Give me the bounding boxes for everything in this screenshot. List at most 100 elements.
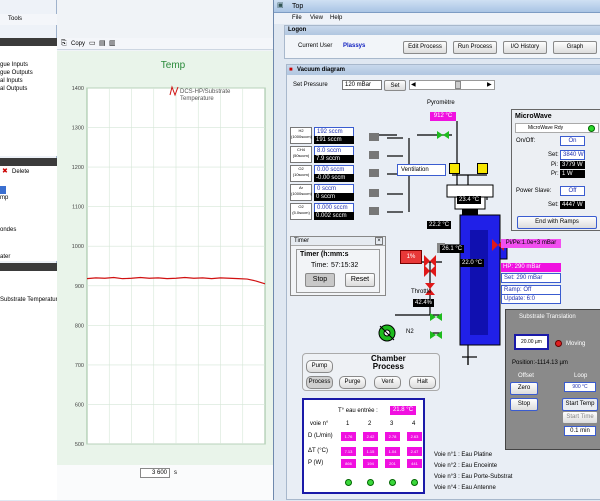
throttle-value: 42.4% (413, 299, 435, 307)
list-item[interactable]: mp (0, 195, 8, 201)
start-time-button[interactable]: Start Time (562, 411, 598, 424)
water-value: 2.47 (407, 447, 422, 456)
substrate-pos-box: 20.00 µm (514, 334, 549, 350)
top-title-bar: ▣ Top (274, 0, 600, 13)
halt-button[interactable]: Halt (409, 376, 436, 389)
gas-label-box: H2 (1000sccm) (290, 127, 312, 144)
gas-range: (1000sccm) (291, 191, 312, 196)
water-led (345, 479, 352, 486)
timer-stop-button[interactable]: Stop (305, 273, 335, 287)
water-value: 2.78 (385, 432, 400, 441)
gas-reading: 7.9 sccm (314, 155, 354, 163)
menu-file[interactable]: File (292, 15, 302, 21)
mw-pi-value: 3779 W (560, 161, 585, 169)
mid-panel: ✖ Delete mp ondes ater (0, 166, 57, 261)
menu-help[interactable]: Help (330, 15, 342, 21)
microwave-panel: MicroWave MicroWave Rdy On/Off: On Set: … (511, 109, 600, 231)
slave-set-value: 4447 W (560, 201, 585, 209)
left-menubar: Tools (0, 14, 57, 25)
mw-pi-label: Pi: (551, 162, 559, 168)
gas-reading: 0.002 sccm (314, 212, 354, 220)
mw-onoff-label: On/Off: (516, 138, 536, 144)
vent-button[interactable]: Vent (374, 376, 401, 389)
save-icon[interactable]: ▤ (99, 40, 106, 48)
list-item[interactable]: ater (0, 254, 10, 260)
mw-set-label: Set: (548, 152, 559, 158)
tree-item[interactable]: al Inputs (0, 78, 23, 84)
gas-reading: 0 sccm (314, 193, 354, 201)
y-tick-label: 1200 (72, 165, 84, 171)
list-item[interactable]: ondes (0, 227, 16, 233)
tools-menu[interactable]: Tools (8, 16, 22, 22)
water-value: 1.04 (385, 447, 400, 456)
chart-window: ⎘ Copy ▭ ▤ ▥ Temp 1400 1300 1200 1100 1000 900… (57, 0, 273, 500)
hp-set[interactable]: Set: 290 mBar (501, 273, 561, 283)
copy-button[interactable]: Copy (71, 41, 85, 47)
mw-onoff-value[interactable]: On (560, 136, 585, 146)
purge-button[interactable]: Purge (339, 376, 366, 389)
delete-icon[interactable]: ✖ (2, 168, 8, 176)
list-item[interactable]: Substrate Temperatur (0, 297, 58, 303)
y-tick-label: 500 (75, 442, 84, 448)
left-panel-header (0, 38, 57, 46)
tree-item[interactable]: gue Inputs (0, 62, 28, 68)
timer-time-value: 57:15:32 (331, 262, 359, 269)
print-icon[interactable]: ▥ (109, 40, 116, 48)
water-legend-item: Voie n°4 : Eau Antenne (434, 485, 496, 491)
process-button[interactable]: Process (306, 376, 333, 389)
moving-led (555, 340, 562, 347)
voie-label: voie n° (310, 421, 329, 427)
timer-title: Timer (294, 238, 310, 244)
water-value: 1.15 (363, 447, 378, 456)
temp-reading: 26.1 °C (440, 245, 465, 253)
ventilation-box[interactable]: Ventilation (397, 164, 446, 176)
voie-number: 2 (368, 421, 372, 427)
substrate-title: Substrate Translation (519, 314, 576, 320)
mid-panel-header (0, 158, 57, 166)
n2-label: N2 (406, 329, 414, 335)
timer-reset-button[interactable]: Reset (345, 273, 375, 287)
gas-reading: 191 sccm (314, 136, 354, 144)
menu-view[interactable]: View (310, 15, 323, 21)
water-led (367, 479, 374, 486)
substrate-stop-button[interactable]: Stop (510, 398, 538, 411)
power-slave-value[interactable]: Off (560, 186, 585, 196)
zero-button[interactable]: Zero (510, 382, 538, 395)
water-inlet-value: 21.8 °C (390, 406, 416, 415)
tree-item[interactable]: gue Outputs (0, 70, 33, 76)
y-tick-label: 600 (75, 402, 84, 408)
pump-button[interactable]: Pump (306, 360, 333, 373)
edit-process-button[interactable]: Edit Process (403, 41, 447, 54)
tree-item[interactable]: al Outputs (0, 86, 27, 92)
hp-reading: HP: 290 mBar (501, 263, 561, 272)
zoom-input[interactable]: 3 600 (140, 468, 170, 478)
water-inlet-label: T° eau entrée : (338, 408, 378, 414)
logon-title: Logon (288, 27, 307, 33)
io-history-button[interactable]: I/O History (503, 41, 547, 54)
start-temp-button[interactable]: Start Temp (562, 398, 598, 411)
hp-update[interactable]: Update: 6:0 (501, 294, 561, 304)
run-process-button[interactable]: Run Process (453, 41, 497, 54)
io-tree: gue Inputs gue Outputs al Inputs al Outp… (0, 46, 57, 156)
loop-temp-input[interactable]: 900 °C (564, 382, 596, 392)
close-icon[interactable]: × (375, 237, 383, 245)
microwave-title: MicroWave (515, 113, 552, 120)
loop-time-input[interactable]: 0.1 min (564, 426, 596, 436)
temp-reading: 22.0 °C (460, 259, 485, 267)
timer-frame: Timer (h:mm:s Time: 57:15:32 Stop Reset (296, 249, 380, 293)
end-with-ramps-button[interactable]: End with Ramps (517, 216, 597, 229)
copy-icon[interactable]: ⎘ (61, 40, 67, 48)
open-icon[interactable]: ▭ (89, 40, 96, 48)
graph-button[interactable]: Graph (553, 41, 597, 54)
chart-footer: 3 600 s (57, 465, 273, 500)
water-value: 441 (407, 459, 422, 468)
chart-toolbar: ⎘ Copy ▭ ▤ ▥ (57, 38, 273, 50)
offset-label: Offset (518, 373, 534, 379)
water-value: 201 (385, 459, 400, 468)
gas-label-box: O2 (5.0sccm) (290, 203, 312, 220)
mw-rdy-box: MicroWave Rdy (515, 123, 599, 133)
water-panel: T° eau entrée : 21.8 °C voie n° 1 2 3 4 … (302, 398, 425, 494)
temp-reading: 22.2 °C (427, 221, 452, 229)
delete-button[interactable]: Delete (12, 169, 29, 175)
mw-set-value[interactable]: 3840 W (560, 150, 585, 160)
